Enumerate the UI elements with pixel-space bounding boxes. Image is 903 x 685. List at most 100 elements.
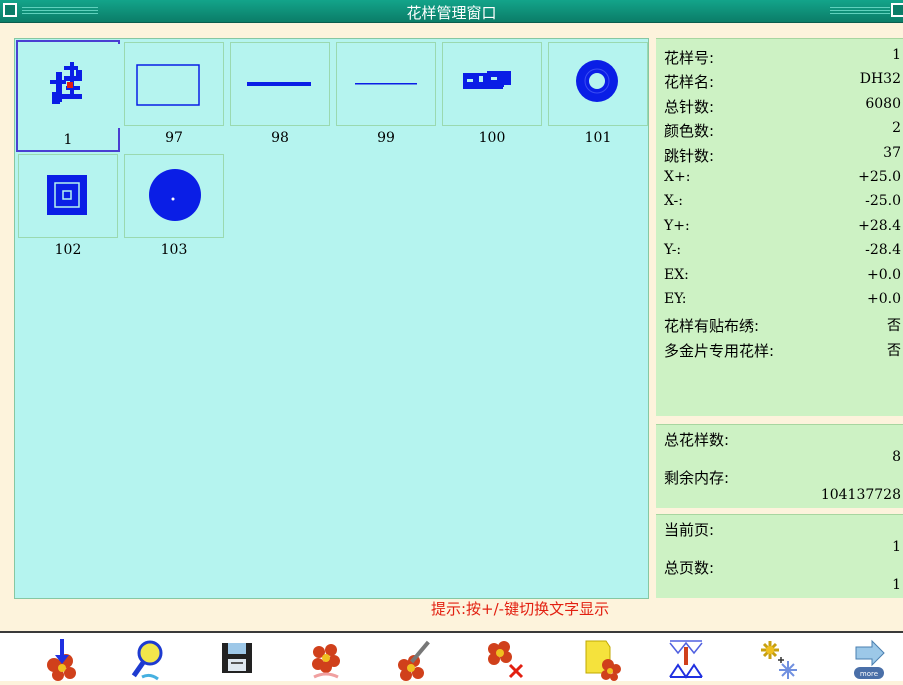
pattern-tile-98[interactable]: 98 bbox=[228, 40, 332, 152]
detail-value: +0.0 bbox=[867, 290, 901, 307]
save-pattern-button[interactable] bbox=[216, 637, 260, 681]
pattern-tile-1[interactable]: 1 bbox=[16, 40, 120, 152]
paging-panel: 当前页: 1 总页数: 1 bbox=[656, 514, 903, 598]
detail-key: Y+: bbox=[664, 217, 690, 234]
hint-text: 提示:按+/-键切换文字显示 bbox=[431, 600, 610, 618]
edit-pattern-button[interactable] bbox=[392, 637, 436, 681]
title-bar: 花样管理窗口 bbox=[0, 0, 903, 23]
detail-value: 否 bbox=[887, 342, 901, 359]
detail-value: +28.4 bbox=[858, 217, 901, 234]
current-page-label: 当前页: bbox=[664, 521, 715, 539]
detail-key: 颜色数: bbox=[664, 122, 715, 141]
detail-value: -25.0 bbox=[865, 193, 901, 210]
rectangle-outline-icon bbox=[124, 42, 224, 126]
folder-flower-icon bbox=[585, 640, 621, 681]
detail-value: 2 bbox=[892, 120, 901, 137]
detail-value: 否 bbox=[887, 318, 901, 335]
flower-edit-icon bbox=[398, 640, 430, 681]
kanji-pattern-icon bbox=[20, 44, 120, 128]
floppy-disk-icon bbox=[222, 643, 252, 673]
folder-pattern-button[interactable] bbox=[580, 637, 624, 681]
detail-value: -28.4 bbox=[865, 242, 901, 259]
sequin-add-button[interactable] bbox=[756, 637, 800, 681]
detail-row: 花样名: DH32 bbox=[656, 68, 903, 92]
more-arrow-icon: more bbox=[854, 639, 885, 679]
detail-row: EY: +0.0 bbox=[656, 288, 903, 312]
delete-pattern-button[interactable] bbox=[482, 637, 526, 681]
detail-key: X+: bbox=[664, 168, 691, 185]
detail-row: 多金片专用花样: 否 bbox=[656, 337, 903, 361]
detail-row: 花样有贴布绣: 否 bbox=[656, 312, 903, 336]
pattern-label: 98 bbox=[271, 130, 289, 146]
detail-row: 跳针数: 37 bbox=[656, 142, 903, 166]
detail-row: X+: +25.0 bbox=[656, 166, 903, 190]
detail-row: Y-: -28.4 bbox=[656, 239, 903, 263]
flower-copy-icon bbox=[312, 644, 340, 679]
detail-key: 跳针数: bbox=[664, 146, 715, 165]
free-memory-value: 104137728 bbox=[820, 487, 901, 503]
detail-key: EY: bbox=[664, 290, 687, 307]
flower-delete-icon bbox=[488, 641, 524, 679]
nested-squares-icon bbox=[18, 154, 118, 238]
total-pages-label: 总页数: bbox=[664, 559, 715, 577]
detail-key: EX: bbox=[664, 266, 689, 283]
pattern-label: 103 bbox=[160, 242, 188, 258]
copy-pattern-button[interactable] bbox=[304, 637, 348, 681]
ring-icon bbox=[548, 42, 648, 126]
window-title: 花样管理窗口 bbox=[406, 4, 497, 22]
pattern-grid: 1 97 98 99 100 101 102 103 bbox=[14, 38, 649, 599]
pattern-tile-101[interactable]: 101 bbox=[546, 40, 650, 152]
pattern-tile-103[interactable]: 103 bbox=[122, 152, 226, 264]
detail-value: DH32 bbox=[859, 71, 901, 88]
flower-needle-download-icon bbox=[47, 639, 76, 681]
thick-line-icon bbox=[230, 42, 330, 126]
current-page-value: 1 bbox=[892, 539, 901, 555]
load-pattern-button[interactable] bbox=[40, 637, 84, 681]
total-pages-value: 1 bbox=[892, 577, 901, 593]
detail-key: 花样名: bbox=[664, 73, 715, 92]
more-button[interactable]: more bbox=[846, 637, 890, 681]
pattern-label: 101 bbox=[584, 130, 612, 146]
detail-value: +0.0 bbox=[867, 266, 901, 283]
detail-row: EX: +0.0 bbox=[656, 264, 903, 288]
detail-key: X-: bbox=[664, 193, 683, 210]
pattern-label: 99 bbox=[377, 130, 395, 146]
detail-key: 总针数: bbox=[664, 97, 715, 116]
pattern-tile-102[interactable]: 102 bbox=[16, 152, 120, 264]
detail-key: 花样有贴布绣: bbox=[664, 317, 760, 336]
pattern-details-panel: 花样号: 1 花样名: DH32 总针数: 6080 颜色数: 2 跳针数: 37 X+:… bbox=[656, 38, 903, 416]
detail-row: 颜色数: 2 bbox=[656, 117, 903, 141]
free-memory-label: 剩余内存: bbox=[664, 469, 730, 487]
detail-value: +25.0 bbox=[858, 168, 901, 185]
magnifier-icon bbox=[131, 640, 163, 681]
text-block-icon bbox=[442, 42, 542, 126]
detail-row: 花样号: 1 bbox=[656, 44, 903, 68]
pattern-label: 100 bbox=[478, 130, 506, 146]
total-patterns-label: 总花样数: bbox=[664, 431, 730, 449]
detail-value: 1 bbox=[892, 47, 901, 63]
pattern-label: 97 bbox=[165, 130, 183, 146]
thin-line-icon bbox=[336, 42, 436, 126]
svg-text:more: more bbox=[860, 670, 878, 678]
detail-key: 花样号: bbox=[664, 49, 715, 67]
detail-value: 37 bbox=[883, 144, 901, 161]
needle-stitch-icon bbox=[669, 640, 703, 679]
stitch-settings-button[interactable] bbox=[666, 637, 710, 681]
pattern-tile-97[interactable]: 97 bbox=[122, 40, 226, 152]
memory-panel: 总花样数: 8 剩余内存: 104137728 bbox=[656, 424, 903, 508]
detail-key: 多金片专用花样: bbox=[664, 341, 775, 360]
detail-key: Y-: bbox=[664, 242, 682, 259]
detail-value: 6080 bbox=[865, 95, 901, 112]
bottom-toolbar: more bbox=[0, 633, 903, 681]
view-pattern-button[interactable] bbox=[128, 637, 172, 681]
detail-row: 总针数: 6080 bbox=[656, 93, 903, 117]
filled-circle-icon bbox=[124, 154, 224, 238]
sparkle-add-icon bbox=[761, 641, 797, 679]
pattern-label: 102 bbox=[54, 242, 82, 258]
detail-row: Y+: +28.4 bbox=[656, 215, 903, 239]
pattern-tile-99[interactable]: 99 bbox=[334, 40, 438, 152]
pattern-label: 1 bbox=[63, 132, 73, 148]
total-patterns-value: 8 bbox=[892, 449, 901, 465]
pattern-tile-100[interactable]: 100 bbox=[440, 40, 544, 152]
detail-row: X-: -25.0 bbox=[656, 190, 903, 214]
